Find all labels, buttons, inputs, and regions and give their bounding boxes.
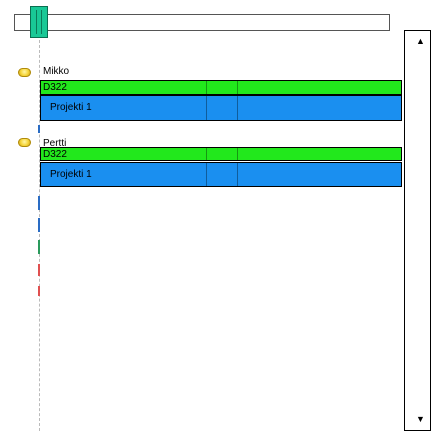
assignment-label: Projekti 1 xyxy=(50,102,92,113)
vertical-scrollbar[interactable]: ▲ ▼ xyxy=(404,30,431,431)
bar-separator xyxy=(206,148,207,160)
assignment-label: Projekti 1 xyxy=(50,169,92,180)
scroll-down-icon[interactable]: ▼ xyxy=(416,415,425,424)
assignment-bar-d322[interactable]: D322 xyxy=(40,147,402,161)
person-icon xyxy=(18,138,31,147)
bar-separator xyxy=(206,96,207,120)
timeline-tick xyxy=(38,125,40,133)
timeline-tick xyxy=(38,218,40,232)
timeline-tick xyxy=(38,264,40,276)
timeline-tick xyxy=(38,196,40,210)
assignment-label: D322 xyxy=(43,82,67,93)
person-name-mikko: Mikko xyxy=(43,66,70,77)
bar-separator xyxy=(206,163,207,186)
assignment-label: D322 xyxy=(43,149,67,160)
assignment-bar-projekti[interactable]: Projekti 1 xyxy=(40,95,402,121)
person-icon xyxy=(18,68,31,77)
bar-separator xyxy=(206,81,207,94)
timeline-tick xyxy=(38,286,40,296)
bar-separator xyxy=(237,148,238,160)
timeline-tick xyxy=(38,240,40,254)
bar-separator xyxy=(237,163,238,186)
assignment-bar-projekti[interactable]: Projekti 1 xyxy=(40,162,402,187)
bar-separator xyxy=(237,81,238,94)
assignment-bar-d322[interactable]: D322 xyxy=(40,80,402,95)
timeline-slider-thumb[interactable] xyxy=(30,6,48,38)
scroll-up-icon[interactable]: ▲ xyxy=(416,37,425,46)
timeline-slider-track[interactable] xyxy=(14,14,390,31)
bar-separator xyxy=(237,96,238,120)
